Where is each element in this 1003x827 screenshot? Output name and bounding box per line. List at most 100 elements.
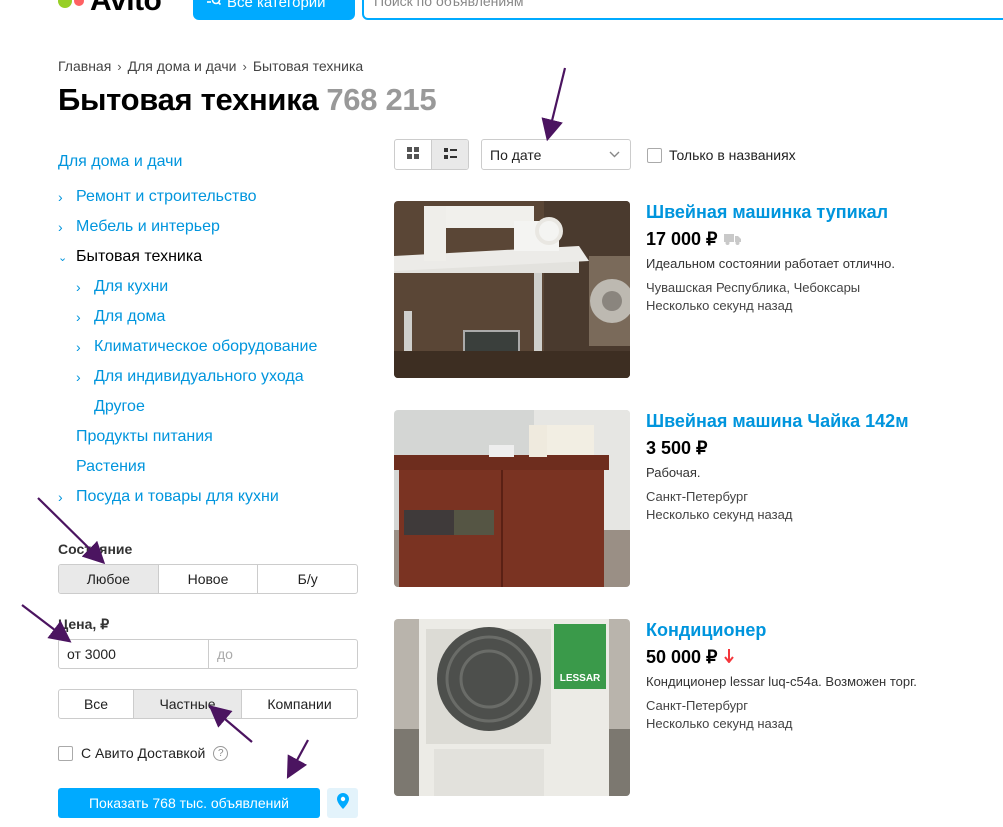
- list-icon: [443, 146, 457, 164]
- listing-price: 50 000 ₽: [646, 647, 718, 667]
- listing-time: Несколько секунд назад: [646, 507, 793, 522]
- seller-private-button[interactable]: Частные: [134, 690, 242, 718]
- sort-select[interactable]: По дате: [481, 139, 631, 170]
- categories-search-icon: [207, 0, 222, 11]
- sidebar-item-personal-care[interactable]: › Для индивидуального ухода: [58, 362, 317, 392]
- grid-icon: [407, 146, 419, 164]
- logo-dot-red: [74, 0, 84, 6]
- sidebar-item-kitchen[interactable]: › Для кухни: [58, 272, 317, 302]
- map-button[interactable]: [327, 788, 358, 818]
- sidebar-item-furniture[interactable]: › Мебель и интерьер: [58, 212, 317, 242]
- list-view-button[interactable]: [432, 140, 468, 169]
- sidebar-item-label: Бытовая техника: [76, 248, 203, 265]
- listing-location: Чувашская Республика, Чебоксары: [646, 280, 861, 295]
- logo-text: Avito: [90, 0, 162, 17]
- grid-view-button[interactable]: [395, 140, 432, 169]
- page-title: Бытовая техника 768 215: [58, 82, 437, 118]
- chevron-right-icon: ›: [76, 369, 81, 385]
- listing-title[interactable]: Кондиционер: [646, 619, 917, 641]
- all-categories-button[interactable]: Все категории: [193, 0, 355, 20]
- condition-new-button[interactable]: Новое: [159, 565, 259, 593]
- sidebar-heading[interactable]: Для дома и дачи: [58, 153, 182, 171]
- page-title-text: Бытовая техника: [58, 82, 319, 117]
- price-label: Цена, ₽: [58, 616, 110, 632]
- delivery-checkbox[interactable]: [58, 745, 73, 761]
- annotation-arrow: [286, 739, 309, 779]
- delivery-truck-icon: [723, 228, 741, 250]
- price-to-input[interactable]: до: [209, 640, 357, 668]
- sidebar-item-label: Для кухни: [94, 278, 169, 295]
- view-toggle: [394, 139, 469, 170]
- listing-card[interactable]: Швейная машина Чайка 142м 3 500 ₽ Рабоча…: [394, 410, 994, 588]
- sidebar-item-label: Другое: [94, 398, 145, 415]
- listing-description: Кондиционер lessar luq-c54a. Возможен то…: [646, 674, 917, 689]
- sidebar-item-food[interactable]: Продукты питания: [58, 422, 317, 452]
- sidebar-item-label: Ремонт и строительство: [76, 188, 257, 205]
- help-icon[interactable]: ?: [213, 745, 229, 761]
- condition-used-button[interactable]: Б/у: [258, 565, 357, 593]
- listing-count: 768 215: [326, 82, 437, 117]
- listing-title[interactable]: Швейная машина Чайка 142м: [646, 410, 909, 432]
- sidebar-category-list: › Ремонт и строительство › Мебель и интерь…: [58, 182, 317, 512]
- avito-delivery-filter[interactable]: С Авито Доставкой ?: [58, 745, 229, 761]
- breadcrumb-home-garden[interactable]: Для дома и дачи: [128, 58, 237, 74]
- names-only-checkbox[interactable]: [647, 147, 662, 163]
- breadcrumb: Главная › Для дома и дачи › Бытовая техн…: [58, 58, 363, 74]
- sidebar-item-label: Мебель и интерьер: [76, 218, 220, 235]
- sidebar-item-label: Растения: [76, 458, 146, 475]
- listing-location: Санкт-Петербург: [646, 698, 748, 713]
- listing-time: Несколько секунд назад: [646, 716, 793, 731]
- sidebar-item-plants[interactable]: Растения: [58, 452, 317, 482]
- sidebar-item-dishes[interactable]: › Посуда и товары для кухни: [58, 482, 317, 512]
- delivery-label: С Авито Доставкой: [81, 745, 206, 761]
- logo-dot-green: [58, 0, 72, 8]
- sidebar-item-label: Для индивидуального ухода: [94, 368, 304, 385]
- chevron-down-icon: ⌄: [58, 251, 68, 264]
- annotation-arrow: [541, 67, 567, 142]
- listing-title[interactable]: Швейная машинка тупикал: [646, 201, 895, 223]
- listing-description: Рабочая.: [646, 465, 701, 480]
- seller-companies-button[interactable]: Компании: [242, 690, 357, 718]
- sidebar-item-home[interactable]: › Для дома: [58, 302, 317, 332]
- listing-card[interactable]: Швейная машинка тупикал 17 000 ₽ Идеальн…: [394, 201, 994, 379]
- price-drop-icon: [723, 646, 734, 668]
- chevron-down-icon: [609, 149, 620, 161]
- sidebar-item-other[interactable]: Другое: [58, 392, 317, 422]
- listing-photo-sewing-cabinet[interactable]: [394, 410, 630, 587]
- sidebar-item-climate[interactable]: › Климатическое оборудование: [58, 332, 317, 362]
- breadcrumb-appliances[interactable]: Бытовая техника: [253, 58, 363, 74]
- listing-photo-logo-text: LESSAR: [560, 673, 601, 684]
- sidebar-item-repair[interactable]: › Ремонт и строительство: [58, 182, 317, 212]
- price-range: от 3000 до: [58, 639, 358, 669]
- chevron-right-icon: ›: [117, 58, 122, 74]
- search-input[interactable]: Поиск по объявлениям: [362, 0, 1003, 20]
- chevron-right-icon: ›: [76, 339, 81, 355]
- sort-value: По дате: [490, 146, 542, 163]
- map-pin-icon: [336, 792, 349, 814]
- listing-description: Идеальном состоянии работает отлично.: [646, 256, 895, 271]
- breadcrumb-home[interactable]: Главная: [58, 58, 111, 74]
- listing-card[interactable]: LESSAR Кондиционер 50 000 ₽ Кондиционер …: [394, 619, 994, 797]
- price-from-input[interactable]: от 3000: [59, 640, 209, 668]
- chevron-right-icon: ›: [76, 309, 81, 325]
- show-results-button[interactable]: Показать 768 тыс. объявлений: [58, 788, 320, 818]
- search-placeholder: Поиск по объявлениям: [374, 0, 524, 9]
- sidebar-item-label: Климатическое оборудование: [94, 338, 318, 355]
- listing-photo-air-conditioner[interactable]: LESSAR: [394, 619, 630, 796]
- condition-segmented: Любое Новое Б/у: [58, 564, 358, 594]
- sidebar-item-appliances[interactable]: ⌄ Бытовая техника: [58, 242, 317, 272]
- chevron-right-icon: ›: [58, 489, 63, 505]
- listing-price: 17 000 ₽: [646, 229, 718, 249]
- listing-location: Санкт-Петербург: [646, 489, 748, 504]
- seller-type-segmented: Все Частные Компании: [58, 689, 358, 719]
- avito-logo[interactable]: Avito: [58, 0, 162, 17]
- condition-any-button[interactable]: Любое: [59, 565, 159, 593]
- names-only-filter[interactable]: Только в названиях: [647, 147, 796, 163]
- all-categories-label: Все категории: [227, 0, 326, 11]
- names-only-label: Только в названиях: [669, 147, 796, 163]
- condition-label: Состояние: [58, 541, 133, 557]
- listing-price: 3 500 ₽: [646, 438, 708, 458]
- seller-all-button[interactable]: Все: [59, 690, 134, 718]
- listing-photo-sewing-machine[interactable]: [394, 201, 630, 378]
- chevron-right-icon: ›: [242, 58, 247, 74]
